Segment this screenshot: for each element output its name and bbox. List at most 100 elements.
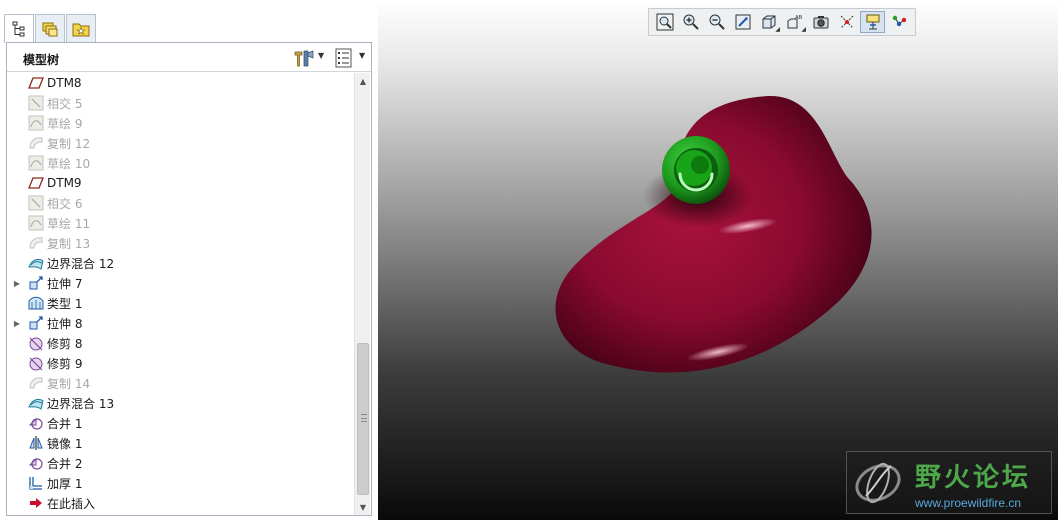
tree-item[interactable]: 在此插入 [7, 493, 353, 513]
tree-item-label: 镜像 1 [47, 436, 83, 451]
copy-icon [27, 135, 45, 151]
tree-item[interactable]: 边界混合 12 [7, 253, 353, 273]
mirror-icon [27, 435, 45, 451]
tree-show-button[interactable] [335, 48, 353, 68]
boss-cylinder[interactable] [662, 136, 730, 204]
tree-item-label: 类型 1 [47, 296, 83, 311]
favorites-icon [72, 23, 90, 36]
tree-item[interactable]: 草绘 10 [7, 153, 353, 173]
graphics-viewport[interactable]: ◢ AB ◢ 野火论坛 www.proewildfire.cn [378, 0, 1058, 520]
tree-item[interactable]: 加厚 1 [7, 473, 353, 493]
tree-item[interactable]: 相交 6 [7, 193, 353, 213]
tree-settings-button[interactable] [293, 49, 315, 67]
tree-item-label: 复制 12 [47, 136, 91, 151]
tree-item[interactable]: 修剪 8 [7, 333, 353, 353]
model-tree-list: DTM8 相交 5 草绘 9 复制 12 草绘 10 DTM9 相交 6 草绘 11 复制 13… [7, 73, 353, 515]
tree-item[interactable]: 合并 2 [7, 453, 353, 473]
spin-center-button[interactable] [860, 11, 885, 33]
view-manager-button[interactable] [808, 11, 833, 33]
tree-item-label: 加厚 1 [47, 476, 83, 491]
zoom-out-button[interactable] [704, 11, 729, 33]
tree-item[interactable]: 修剪 9 [7, 353, 353, 373]
display-style-button[interactable]: ◢ [756, 11, 781, 33]
tree-item[interactable]: 复制 13 [7, 233, 353, 253]
boundary-blend-icon [27, 255, 45, 271]
tree-item-label: 合并 2 [47, 456, 83, 471]
tree-item[interactable]: DTM9 [7, 173, 353, 193]
tree-item-label: 草绘 11 [47, 216, 91, 231]
tree-item-label: DTM8 [47, 76, 82, 90]
saved-views-dropdown-arrow[interactable]: ◢ [801, 26, 806, 33]
tree-item-label: 相交 5 [47, 96, 83, 111]
tree-item[interactable]: 类型 1 [7, 293, 353, 313]
model-body-surface[interactable] [555, 95, 872, 373]
copy-icon [27, 375, 45, 391]
tree-item-label: 合并 1 [47, 416, 83, 431]
model-tree-title: 模型树 [23, 53, 60, 67]
annotation-display-icon [892, 15, 906, 27]
navigator-panel: 模型树 ▼ ▼ DTM8 相交 5 草绘 9 复制 12 草绘 10 DTM9 相交 [0, 0, 378, 520]
refit-button[interactable] [652, 11, 677, 33]
tree-item[interactable]: 复制 12 [7, 133, 353, 153]
tree-item-label: DTM9 [47, 176, 82, 190]
view-toolbar: ◢ AB ◢ [648, 8, 916, 36]
tree-item[interactable]: 草绘 9 [7, 113, 353, 133]
folder-browser-icon [42, 22, 58, 36]
show-dropdown-arrow[interactable]: ▼ [359, 51, 365, 60]
extrude-icon [27, 275, 45, 291]
sketch-icon [27, 155, 45, 171]
settings-dropdown-arrow[interactable]: ▼ [318, 51, 324, 60]
watermark-url: www.proewildfire.cn [915, 496, 1022, 510]
tree-item-label: 修剪 8 [47, 336, 83, 351]
tree-item[interactable]: 相交 5 [7, 93, 353, 113]
trim-icon [27, 355, 45, 371]
display-style-dropdown-arrow[interactable]: ◢ [775, 26, 780, 33]
scroll-up-arrow[interactable]: ▲ [355, 73, 371, 89]
datum-plane-icon [27, 175, 45, 191]
zoom-in-button[interactable] [678, 11, 703, 33]
navigator-tabs [4, 14, 97, 43]
refit-icon [656, 13, 673, 31]
scroll-thumb[interactable] [357, 343, 369, 495]
datum-plane-icon [27, 75, 45, 91]
annotation-display-button[interactable] [886, 11, 911, 33]
tree-item-label: 草绘 9 [47, 116, 83, 131]
spin-center-icon [866, 14, 879, 30]
watermark-title: 野火论坛 [915, 463, 1032, 493]
tree-item-label: 复制 14 [47, 376, 91, 391]
model-3d-view[interactable] [378, 0, 1058, 520]
style-icon [27, 295, 45, 311]
forum-watermark: 野火论坛 www.proewildfire.cn [846, 451, 1052, 514]
tree-vertical-scrollbar[interactable]: ▲ ▼ [354, 73, 370, 515]
tab-model-tree[interactable] [4, 14, 34, 43]
tree-item-label: 拉伸 7 [47, 276, 83, 291]
forum-logo-icon [855, 462, 901, 504]
datum-display-button[interactable] [834, 11, 859, 33]
view-manager-icon [813, 16, 828, 29]
tab-folder-browser[interactable] [35, 14, 65, 42]
tree-item[interactable]: ▶ 拉伸 7 [7, 273, 353, 293]
expand-arrow-icon[interactable]: ▶ [11, 279, 23, 288]
copy-icon [27, 235, 45, 251]
tree-item-label: 复制 13 [47, 236, 91, 251]
tree-item-label: 边界混合 13 [47, 396, 115, 411]
saved-views-button[interactable]: AB ◢ [782, 11, 807, 33]
tab-favorites[interactable] [66, 14, 96, 42]
tree-item[interactable]: 边界混合 13 [7, 393, 353, 413]
tree-item[interactable]: 复制 14 [7, 373, 353, 393]
merge-icon [27, 415, 45, 431]
tree-item[interactable]: 镜像 1 [7, 433, 353, 453]
tree-item[interactable]: ▶ 拉伸 8 [7, 313, 353, 333]
tree-item-label: 边界混合 12 [47, 256, 115, 271]
expand-arrow-icon[interactable]: ▶ [11, 319, 23, 328]
scroll-down-arrow[interactable]: ▼ [355, 499, 371, 515]
tree-item[interactable]: 草绘 11 [7, 213, 353, 233]
intersect-icon [27, 95, 45, 111]
tree-item[interactable]: DTM8 [7, 73, 353, 93]
tree-item[interactable]: 合并 1 [7, 413, 353, 433]
tree-item-label: 相交 6 [47, 196, 83, 211]
merge-icon [27, 455, 45, 471]
settings-tools-icon [294, 50, 314, 67]
repaint-button[interactable] [730, 11, 755, 33]
insert-here-icon [27, 495, 45, 511]
